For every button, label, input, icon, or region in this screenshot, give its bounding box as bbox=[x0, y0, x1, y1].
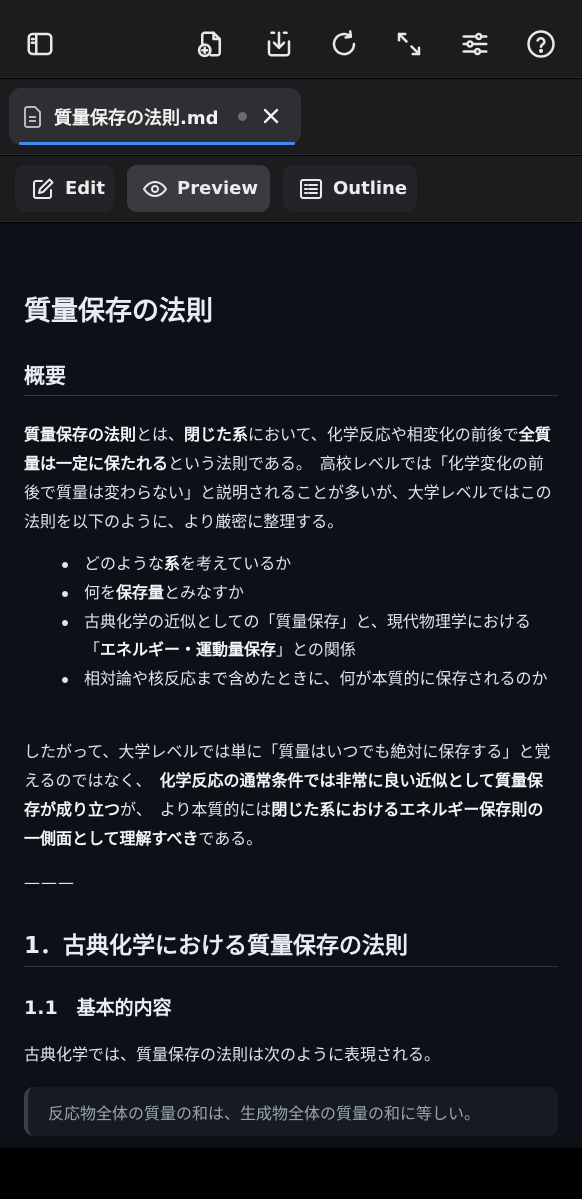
tab-title: 質量保存の法則.md bbox=[54, 107, 219, 129]
close-tab-icon[interactable] bbox=[259, 104, 283, 128]
preview-mode-button[interactable]: Preview bbox=[127, 165, 270, 212]
list-item: 何を保存量とみなすか bbox=[24, 579, 558, 607]
unsaved-indicator bbox=[238, 112, 247, 121]
download-icon[interactable] bbox=[257, 22, 301, 66]
top-toolbar bbox=[0, 0, 582, 78]
markdown-preview[interactable]: 質量保存の法則 概要 質量保存の法則とは、閉じた系において、化学反応や相変化の前… bbox=[0, 223, 582, 1148]
paragraph-intro: 質量保存の法則とは、閉じた系において、化学反応や相変化の前後で全質量は一定に保た… bbox=[24, 425, 552, 531]
view-mode-bar: Edit Preview Outline bbox=[0, 156, 582, 222]
eye-icon bbox=[143, 180, 167, 197]
heading-section-1-1: 1.1 基本的内容 bbox=[24, 997, 172, 1019]
bottom-bar bbox=[0, 1148, 582, 1199]
help-icon[interactable] bbox=[519, 22, 563, 66]
heading-overview: 概要 bbox=[24, 364, 66, 388]
expand-icon[interactable] bbox=[387, 22, 431, 66]
document-title: 質量保存の法則 bbox=[24, 296, 213, 327]
refresh-icon[interactable] bbox=[322, 22, 366, 66]
outline-mode-label: Outline bbox=[333, 178, 408, 199]
list-item: 相対論や核反応まで含めたときに、何が本質的に保存されるのか bbox=[24, 665, 558, 693]
heading-section-1: 1．古典化学における質量保存の法則 bbox=[24, 933, 409, 959]
edit-mode-label: Edit bbox=[65, 178, 105, 199]
edit-mode-button[interactable]: Edit bbox=[15, 165, 114, 212]
tab-bar: 質量保存の法則.md bbox=[0, 79, 582, 155]
list-item: 古典化学の近似としての「質量保存」と、現代物理学における「エネルギー・運動量保存… bbox=[24, 608, 558, 664]
outline-icon bbox=[300, 178, 322, 199]
file-tab[interactable]: 質量保存の法則.md bbox=[9, 88, 301, 145]
blockquote: 反応物全体の質量の和は、生成物全体の質量の和に等しい。 bbox=[24, 1087, 558, 1136]
outline-mode-button[interactable]: Outline bbox=[283, 165, 417, 212]
horizontal-rule-text: ——— bbox=[24, 873, 75, 892]
sidebar-toggle-icon[interactable] bbox=[18, 22, 62, 66]
document-icon bbox=[24, 105, 42, 128]
paragraph-summary: したがって、大学レベルでは単に「質量はいつでも絶対に保存する」と覚えるのではなく… bbox=[24, 742, 551, 848]
settings-sliders-icon[interactable] bbox=[453, 22, 497, 66]
preview-mode-label: Preview bbox=[177, 178, 259, 199]
heading-rule bbox=[24, 395, 558, 396]
edit-icon bbox=[33, 178, 54, 199]
paragraph-classical: 古典化学では、質量保存の法則は次のように表現される。 bbox=[24, 1045, 441, 1064]
new-file-icon[interactable] bbox=[189, 22, 233, 66]
bullet-list: どのような系を考えているか 何を保存量とみなすか 古典化学の近似としての「質量保… bbox=[24, 550, 558, 694]
heading-rule bbox=[24, 966, 558, 967]
list-item: どのような系を考えているか bbox=[24, 550, 558, 578]
active-tab-indicator bbox=[19, 142, 295, 145]
